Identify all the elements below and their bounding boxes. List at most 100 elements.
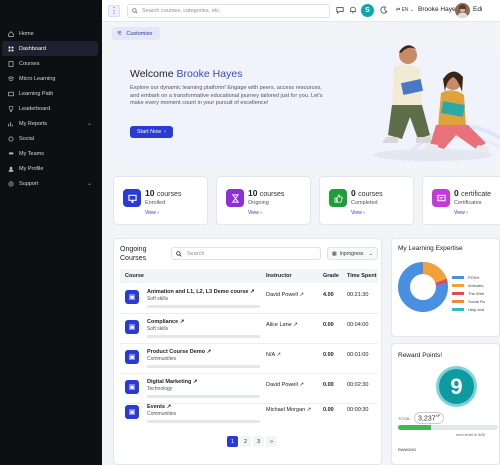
ongoing-courses-panel: Ongoing Courses Search ▦ Inprogress ⌄ Cour… <box>113 238 382 465</box>
external-link-icon: ↗ <box>276 352 282 358</box>
path-icon <box>8 91 14 96</box>
sidebar-item-support[interactable]: Support ⌄ <box>2 176 98 191</box>
instructor-link[interactable]: Alice Lane ↗ <box>266 322 298 328</box>
instructor-link[interactable]: N/A ↗ <box>266 352 281 358</box>
course-name[interactable]: Product Course Demo ↗ <box>147 349 211 355</box>
table-header: Course Instructor Grade Time Spent <box>120 269 378 283</box>
user-name-highlight: Brooke Hayes <box>176 68 243 80</box>
certificate-icon <box>432 189 450 207</box>
table-row[interactable]: ▣ Product Course Demo ↗ Communities N/A … <box>120 344 378 374</box>
start-now-label: Start Now <box>137 129 162 135</box>
profile-icon <box>8 166 14 172</box>
sidebar-item-label: My Profile <box>19 165 44 172</box>
sidebar-item-home[interactable]: Home <box>2 26 98 41</box>
sidebar-item-my-reports[interactable]: My Reports ⌄ <box>2 116 98 131</box>
instructor-link[interactable]: David Powell ↗ <box>266 292 304 298</box>
chat-icon[interactable] <box>335 6 344 15</box>
stat-label: Certificates <box>454 200 482 206</box>
page-button-1[interactable]: 1 <box>227 436 238 447</box>
moon-icon[interactable] <box>379 6 388 15</box>
table-row[interactable]: ▣ Compliance ↗ Soft skills Alice Lane ↗ … <box>120 314 378 344</box>
course-name[interactable]: Animation and L1, L2, L3 Demo course ↗ <box>147 289 255 295</box>
user-name[interactable]: Brooke Hayes <box>418 6 459 13</box>
user-avatar[interactable] <box>455 3 470 18</box>
course-icon: ▣ <box>125 350 139 364</box>
next-page-button[interactable]: » <box>266 436 277 447</box>
menu-toggle-button[interactable]: ⋮ <box>108 5 120 17</box>
sidebar-item-learning-path[interactable]: Learning Path <box>2 86 98 101</box>
sidebar-item-label: Support <box>19 180 39 187</box>
external-link-icon: ↗ <box>250 289 255 295</box>
trophy-icon <box>8 105 14 112</box>
social-icon <box>8 136 14 141</box>
course-name[interactable]: Events ↗ <box>147 404 171 410</box>
table-row[interactable]: ▣ Animation and L1, L2, L3 Demo course ↗… <box>120 284 378 314</box>
expertise-donut-chart <box>398 262 448 312</box>
chevron-down-icon: ⌄ <box>86 181 92 187</box>
language-selector[interactable]: ⇄ EN ⌄ <box>396 7 414 13</box>
course-category: Communities <box>147 411 177 417</box>
legend-item: POSH <box>452 275 479 280</box>
grade-value: 0.00 <box>323 322 334 328</box>
sidebar-item-my-profile[interactable]: My Profile <box>2 161 98 176</box>
column-header: Course <box>125 273 144 279</box>
stat-count: 10 courses <box>145 188 182 198</box>
sidebar-item-my-teams[interactable]: My Teams <box>2 146 98 161</box>
support-icon <box>8 181 14 186</box>
sidebar-item-leaderboard[interactable]: Leaderboard <box>2 101 98 116</box>
layers-icon <box>8 75 14 81</box>
panel-title: My Learning Expertise <box>398 245 463 252</box>
sidebar-item-label: Leaderboard <box>19 105 51 112</box>
reward-points-panel: Reward Points! 9 TOTAL 3,237XP next leve… <box>391 343 500 465</box>
status-filter-dropdown[interactable]: ▦ Inprogress ⌄ <box>327 247 378 260</box>
view-link[interactable]: View › <box>145 210 159 216</box>
customize-button[interactable]: ⚟ Customize <box>112 27 160 40</box>
stat-card-ongoing: 10 courses Ongoing View › <box>216 176 311 225</box>
edit-link[interactable]: Edi <box>473 6 482 13</box>
level-badge: 9 <box>436 366 477 407</box>
learning-expertise-panel: My Learning Expertise POSH Animatio The … <box>391 238 500 337</box>
sidebar-item-label: Home <box>19 30 34 37</box>
start-now-button[interactable]: Start Now › <box>130 126 173 138</box>
page-button-3[interactable]: 3 <box>253 436 264 447</box>
page-button-2[interactable]: 2 <box>240 436 251 447</box>
filter-value: Inprogress <box>339 250 364 257</box>
course-progress-bar <box>147 335 260 338</box>
filter-grid-icon: ▦ <box>332 250 337 257</box>
instructor-link[interactable]: David Powell ↗ <box>266 382 304 388</box>
view-link[interactable]: View › <box>454 210 468 216</box>
ranking-label: RANKING <box>398 447 417 452</box>
course-icon: ▣ <box>125 290 139 304</box>
external-link-icon: ↗ <box>166 404 172 410</box>
view-link[interactable]: View › <box>248 210 262 216</box>
sidebar-item-label: My Reports <box>19 120 48 127</box>
stat-count: 10 courses <box>248 188 285 198</box>
stat-card-certificates: 0 certificate Certificates View › <box>422 176 500 225</box>
points-progress-bar <box>398 425 498 430</box>
time-spent: 00:00:30 <box>347 407 369 413</box>
course-progress-bar <box>147 420 260 423</box>
avatar[interactable]: S <box>361 4 374 17</box>
global-search-input[interactable]: Search courses, categories, etc. <box>127 4 330 18</box>
sidebar-item-micro-learning[interactable]: Micro Learning <box>2 71 98 86</box>
course-name[interactable]: Digital Marketing ↗ <box>147 379 197 385</box>
stat-label: Enrolled <box>145 200 166 206</box>
table-row[interactable]: ▣ Events ↗ Communities Michael Morgan ↗ … <box>120 399 378 429</box>
chevron-down-icon: ⌄ <box>86 121 92 127</box>
bell-icon[interactable] <box>348 6 357 15</box>
welcome-heading: Welcome Brooke Hayes <box>130 68 242 80</box>
sidebar-item-dashboard[interactable]: Dashboard <box>2 41 98 56</box>
time-spent: 00:04:00 <box>347 322 369 328</box>
points-progress-fill <box>398 425 431 430</box>
course-search-input[interactable]: Search <box>171 247 321 260</box>
instructor-link[interactable]: Michael Morgan ↗ <box>266 407 311 413</box>
main-content: ⋮ Search courses, categories, etc. S ⇄ E… <box>102 0 500 465</box>
grade-value: 0.00 <box>323 352 334 358</box>
view-link[interactable]: View › <box>351 210 365 216</box>
course-icon: ▣ <box>125 380 139 394</box>
search-icon <box>176 250 182 257</box>
stat-count: 0 certificate <box>454 188 492 198</box>
sidebar-item-social[interactable]: Social <box>2 131 98 146</box>
sidebar-item-courses[interactable]: Courses <box>2 56 98 71</box>
course-name[interactable]: Compliance ↗ <box>147 319 184 325</box>
